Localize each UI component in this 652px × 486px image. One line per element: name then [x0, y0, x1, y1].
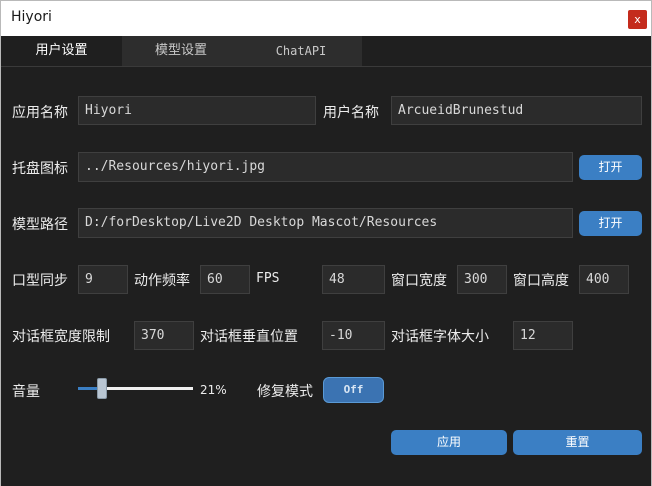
dialog-font-size-label: 对话框字体大小: [391, 329, 489, 345]
model-path-label: 模型路径: [12, 217, 68, 233]
close-button[interactable]: x: [628, 10, 647, 29]
window-title: Hiyori: [11, 9, 52, 25]
fps-input[interactable]: 48: [322, 265, 385, 294]
title-bar: Hiyori x: [1, 1, 651, 36]
dialog-vertical-position-input[interactable]: -10: [322, 321, 385, 350]
app-name-input[interactable]: Hiyori: [78, 96, 316, 125]
fps-label: FPS: [256, 271, 280, 286]
model-path-input[interactable]: D:/forDesktop/Live2D Desktop Mascot/Reso…: [78, 208, 573, 238]
window-width-label: 窗口宽度: [391, 273, 447, 289]
tab-model-settings[interactable]: 模型设置: [122, 36, 240, 66]
user-name-input[interactable]: ArcueidBrunestud: [391, 96, 642, 125]
dialog-width-limit-input[interactable]: 370: [134, 321, 194, 350]
volume-value: 21%: [200, 383, 227, 397]
tab-user-settings[interactable]: 用户设置: [1, 36, 122, 66]
repair-mode-toggle[interactable]: Off: [323, 377, 384, 403]
tab-bar: 用户设置 模型设置 ChatAPI: [1, 36, 651, 66]
dialog-vertical-position-label: 对话框垂直位置: [200, 329, 298, 345]
lip-sync-input[interactable]: 9: [78, 265, 128, 294]
tray-icon-input[interactable]: ../Resources/hiyori.jpg: [78, 152, 573, 182]
tab-chatapi[interactable]: ChatAPI: [240, 36, 362, 66]
window-height-label: 窗口高度: [513, 273, 569, 289]
apply-button[interactable]: 应用: [391, 430, 507, 455]
motion-frequency-input[interactable]: 60: [200, 265, 250, 294]
reset-button[interactable]: 重置: [513, 430, 642, 455]
app-name-label: 应用名称: [12, 105, 68, 121]
lip-sync-label: 口型同步: [12, 273, 68, 289]
window-width-input[interactable]: 300: [457, 265, 507, 294]
motion-frequency-label: 动作频率: [134, 273, 190, 289]
volume-slider-handle[interactable]: [97, 378, 108, 399]
settings-window: Hiyori x 用户设置 模型设置 ChatAPI 应用名称 Hiyori 用…: [0, 0, 652, 486]
repair-mode-label: 修复模式: [257, 384, 313, 400]
tray-icon-open-button[interactable]: 打开: [579, 155, 642, 180]
tray-icon-label: 托盘图标: [12, 161, 68, 177]
model-path-open-button[interactable]: 打开: [579, 211, 642, 236]
dialog-font-size-input[interactable]: 12: [513, 321, 573, 350]
volume-label: 音量: [12, 384, 40, 400]
window-height-input[interactable]: 400: [579, 265, 629, 294]
user-name-label: 用户名称: [323, 105, 379, 121]
dialog-width-limit-label: 对话框宽度限制: [12, 329, 110, 345]
